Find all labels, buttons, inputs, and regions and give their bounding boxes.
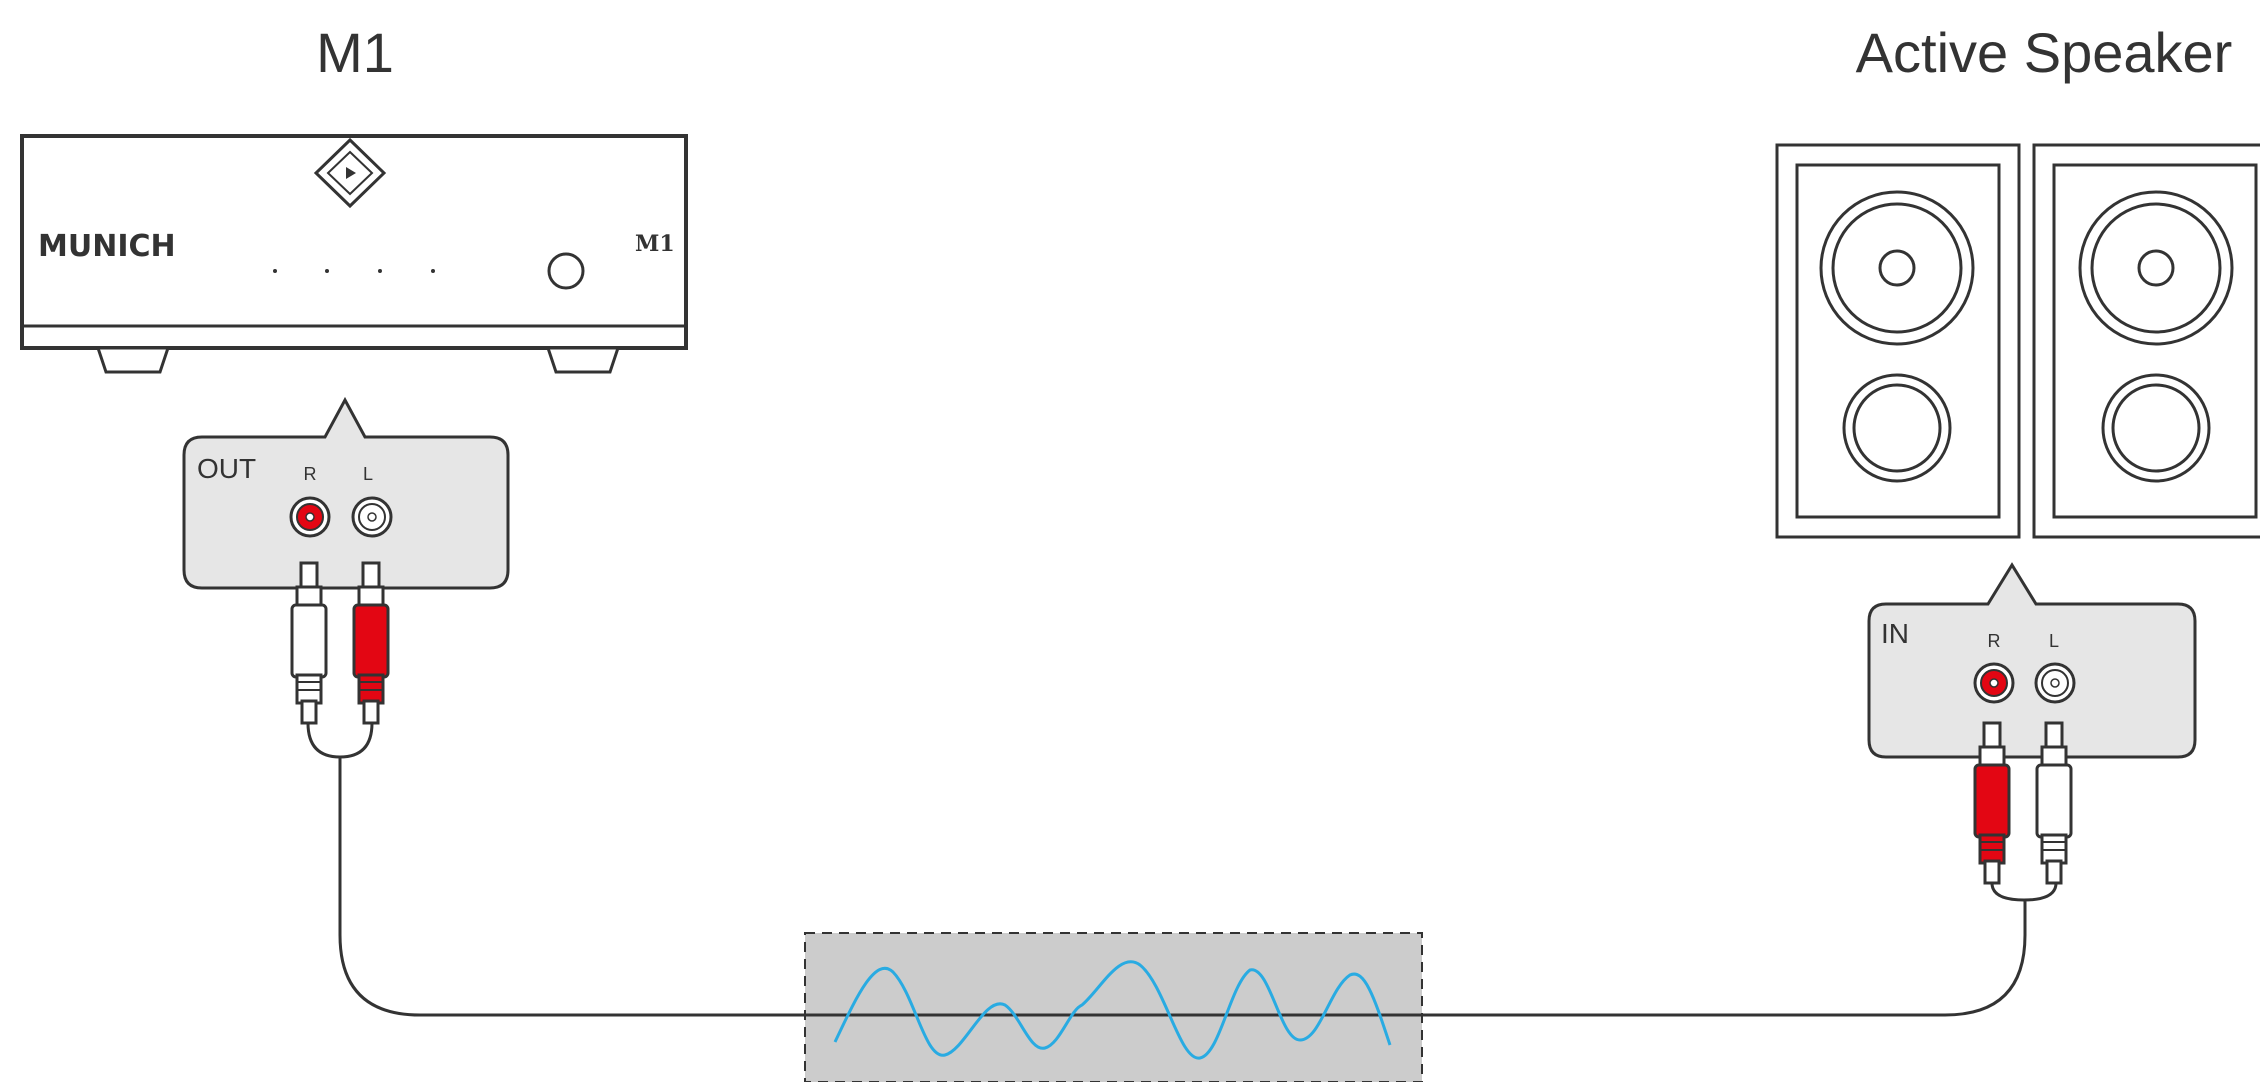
speaker-left [1775,143,2021,539]
out-panel: OUT R L [182,396,510,590]
signal-box [804,932,1423,1082]
destination-title: Active Speaker [1856,21,2233,84]
in-white-plug [2035,721,2073,885]
out-red-plug [352,561,390,725]
volume-knob [547,252,585,290]
out-label: OUT [197,453,256,484]
in-panel: IN R L [1867,562,2197,759]
in-left-jack [2034,662,2076,704]
out-right-jack [289,496,331,538]
source-title: M1 [316,21,394,84]
out-left-jack [351,496,393,538]
in-l-label: L [2049,631,2059,651]
speaker-right [2032,143,2260,539]
model-badge: M1 [635,231,675,257]
out-r-label: R [304,464,317,484]
in-r-label: R [1988,631,2001,651]
in-red-plug [1973,721,2011,885]
device-brand: MUNICH [38,229,176,264]
in-label: IN [1881,618,1909,649]
out-l-label: L [363,464,373,484]
m1-device: MUNICH M1 [20,134,688,374]
connection-diagram: M1 MUNICH M1 OUT R L Active Speaker IN R… [20,21,2260,1082]
in-right-jack [1973,662,2015,704]
out-white-plug [290,561,328,725]
